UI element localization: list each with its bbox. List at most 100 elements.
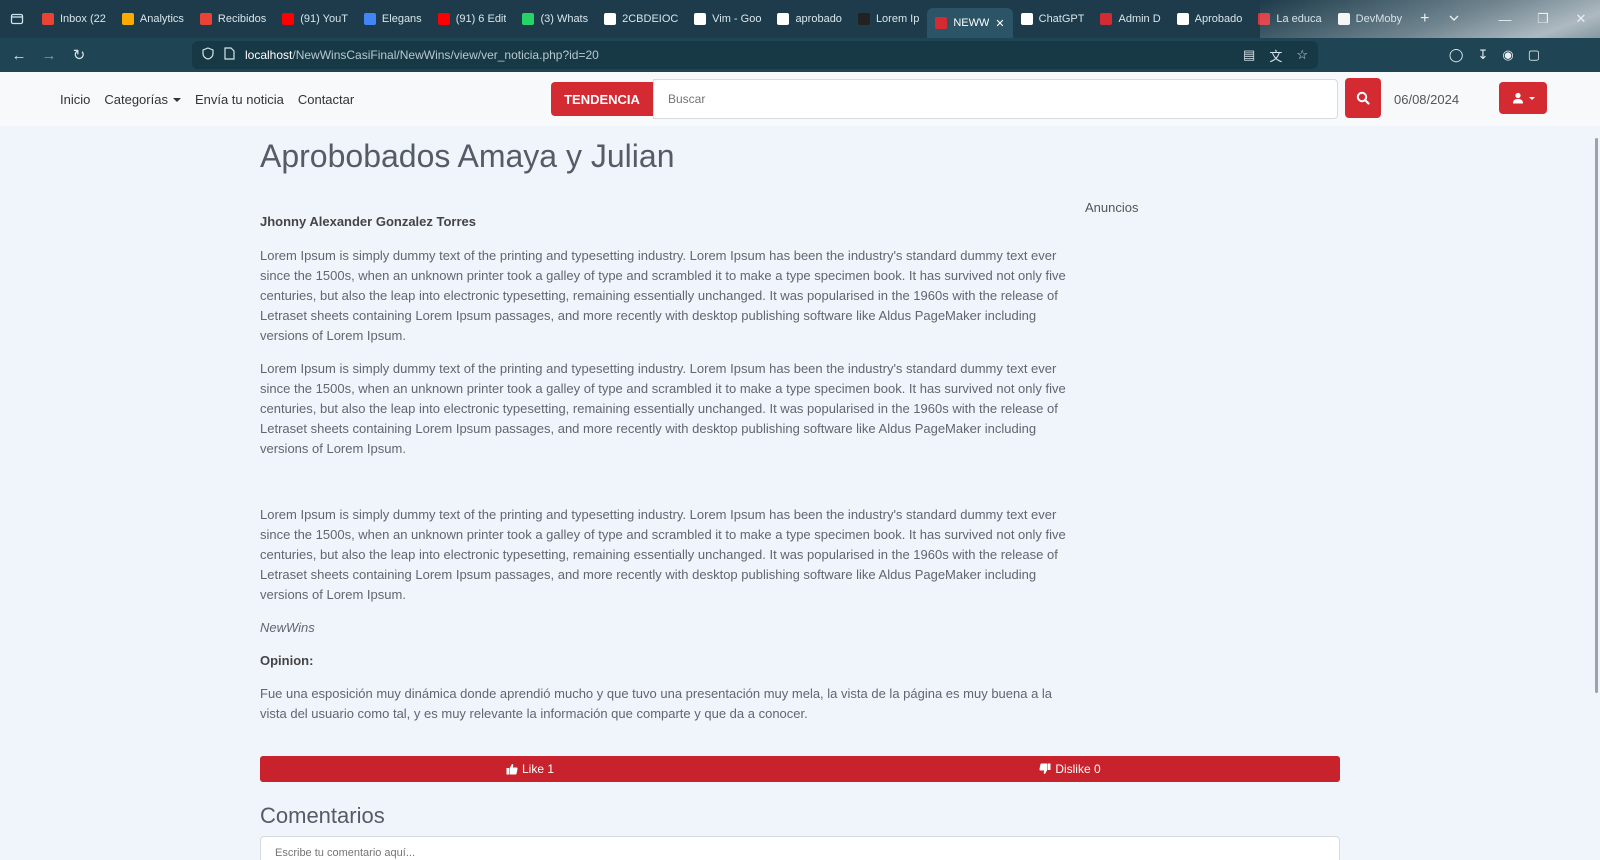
tab-label: La educa	[1276, 13, 1322, 25]
site-navbar: Inicio Categorías Envía tu noticia Conta…	[0, 72, 1600, 126]
comment-input[interactable]	[260, 836, 1340, 860]
browser-tab[interactable]: (91) YouT	[274, 4, 356, 34]
url-host: localhost	[245, 48, 293, 62]
tab-label: aprobado	[795, 13, 842, 25]
tab-label: Admin D	[1118, 13, 1161, 25]
tab-favicon-icon	[1337, 13, 1350, 25]
tab-favicon-icon	[1258, 13, 1271, 25]
close-tab-icon[interactable]: ✕	[995, 17, 1004, 30]
search-icon	[1356, 91, 1370, 105]
comments-heading: Comentarios	[260, 803, 385, 828]
browser-tab[interactable]: Inbox (22	[34, 4, 114, 34]
tab-favicon-icon	[199, 13, 212, 25]
tab-label: Analytics	[139, 13, 184, 25]
translate-icon[interactable]: 文	[1269, 46, 1282, 65]
back-arrow-icon[interactable]: ←	[4, 47, 34, 64]
browser-tab[interactable]: Lorem Ip	[850, 4, 927, 34]
tab-favicon-icon	[935, 17, 948, 29]
tab-actions-icon[interactable]	[0, 0, 34, 38]
browser-tab[interactable]: Recibidos	[192, 4, 274, 34]
minimize-icon[interactable]: —	[1486, 12, 1524, 27]
reload-icon[interactable]: ↻	[64, 46, 94, 64]
tab-favicon-icon	[121, 13, 134, 25]
browser-tab[interactable]: aprobado	[769, 4, 850, 34]
tendencia-button[interactable]: TENDENCIA	[551, 82, 653, 116]
reader-view-icon[interactable]: ▤	[1243, 47, 1255, 63]
tab-favicon-icon	[1176, 13, 1189, 25]
nav-links: Inicio Categorías Envía tu noticia Conta…	[60, 72, 354, 126]
extensions-icon[interactable]: ▢	[1528, 47, 1540, 63]
page-scrollbar-thumb[interactable]	[1595, 138, 1598, 693]
reaction-bar: Like 1 Dislike 0	[260, 756, 1340, 782]
shield-icon[interactable]	[202, 47, 214, 63]
pocket-icon[interactable]: ◯	[1449, 47, 1464, 63]
address-bar[interactable]: localhost/NewWinsCasiFinal/NewWins/view/…	[192, 41, 1318, 69]
tab-favicon-icon	[363, 13, 376, 25]
article-body: Jhonny Alexander Gonzalez Torres Lorem I…	[260, 212, 1070, 737]
tab-favicon-icon	[437, 13, 450, 25]
tab-favicon-icon	[604, 13, 617, 25]
tab-label: 2CBDEIOC	[622, 13, 679, 25]
caret-down-icon	[172, 98, 181, 103]
dislike-button[interactable]: Dislike 0	[800, 756, 1340, 782]
browser-tab[interactable]: Aprobado	[1169, 4, 1251, 34]
tab-strip: Inbox (22 Analytics Recibidos (91) YouT Eleg…	[34, 0, 1410, 38]
opinion-heading: Opinion:	[260, 653, 314, 668]
toolbar-right-icons: ◯ ↧ ◉ ▢	[1449, 38, 1540, 72]
tab-label: (91) 6 Edit	[455, 13, 507, 25]
thumbs-up-icon	[506, 764, 518, 775]
browser-tab-bar: Inbox (22 Analytics Recibidos (91) YouT Eleg…	[0, 0, 1600, 38]
search-button[interactable]	[1345, 78, 1381, 118]
tab-favicon-icon	[42, 13, 54, 25]
tab-label: DevMoby	[1355, 13, 1403, 25]
browser-tab[interactable]: (3) Whats	[514, 4, 596, 34]
account-icon[interactable]: ◉	[1502, 47, 1513, 63]
forward-arrow-icon[interactable]: →	[34, 47, 64, 64]
tab-favicon-icon	[857, 13, 870, 25]
tab-label: (91) YouT	[300, 13, 348, 25]
close-window-icon[interactable]: ✕	[1562, 11, 1600, 27]
nav-link-contactar[interactable]: Contactar	[298, 92, 354, 107]
user-icon	[1512, 92, 1523, 104]
tab-label: (3) Whats	[540, 13, 589, 25]
dislike-label: Dislike 0	[1055, 762, 1101, 776]
nav-link-categorias[interactable]: Categorías	[104, 92, 181, 107]
ads-label: Anuncios	[1085, 200, 1139, 215]
article-paragraph: Lorem Ipsum is simply dummy text of the …	[260, 248, 1066, 343]
bookmark-star-icon[interactable]: ☆	[1296, 47, 1308, 63]
browser-tab[interactable]: NEWW ✕	[927, 8, 1013, 38]
browser-tab[interactable]: Analytics	[114, 4, 192, 34]
nav-link-envia-noticia[interactable]: Envía tu noticia	[195, 92, 284, 107]
user-menu-button[interactable]	[1499, 82, 1547, 114]
url-actions: ▤ 文 ☆	[1243, 41, 1308, 69]
like-button[interactable]: Like 1	[260, 756, 800, 782]
like-label: Like 1	[521, 762, 555, 776]
tab-label: Elegans	[381, 13, 422, 25]
download-icon[interactable]: ↧	[1477, 47, 1488, 63]
search-input[interactable]	[653, 79, 1338, 119]
browser-tab[interactable]: Vim - Goo	[686, 4, 769, 34]
tab-favicon-icon	[1100, 13, 1113, 25]
current-date: 06/08/2024	[1394, 91, 1460, 107]
browser-tab[interactable]: ChatGPT	[1013, 4, 1093, 34]
tab-label: ChatGPT	[1038, 13, 1085, 25]
nav-link-inicio[interactable]: Inicio	[60, 92, 90, 107]
restore-icon[interactable]: ❐	[1524, 11, 1562, 27]
opinion-text: Fue una esposición muy dinámica donde ap…	[260, 686, 1053, 721]
tab-list-chevron-icon[interactable]	[1439, 12, 1469, 26]
article-title: Aprobobados Amaya y Julian	[260, 138, 675, 174]
browser-tab[interactable]: 2CBDEIOC	[596, 4, 686, 34]
browser-tab[interactable]: DevMoby	[1330, 4, 1410, 34]
tab-favicon-icon	[1020, 13, 1033, 25]
tab-label: Aprobado	[1194, 13, 1243, 25]
browser-tab[interactable]: Admin D	[1092, 4, 1168, 34]
browser-tab[interactable]: (91) 6 Edit	[430, 4, 515, 34]
caret-down-icon	[1528, 96, 1535, 100]
url-path: /NewWinsCasiFinal/NewWins/view/ver_notic…	[292, 48, 599, 62]
browser-tab[interactable]: La educa	[1250, 4, 1329, 34]
page-icon	[224, 47, 235, 63]
article-paragraph: Lorem Ipsum is simply dummy text of the …	[260, 361, 1066, 456]
browser-tab[interactable]: Elegans	[356, 4, 430, 34]
tab-favicon-icon	[777, 13, 790, 25]
new-tab-button[interactable]: +	[1410, 10, 1439, 28]
